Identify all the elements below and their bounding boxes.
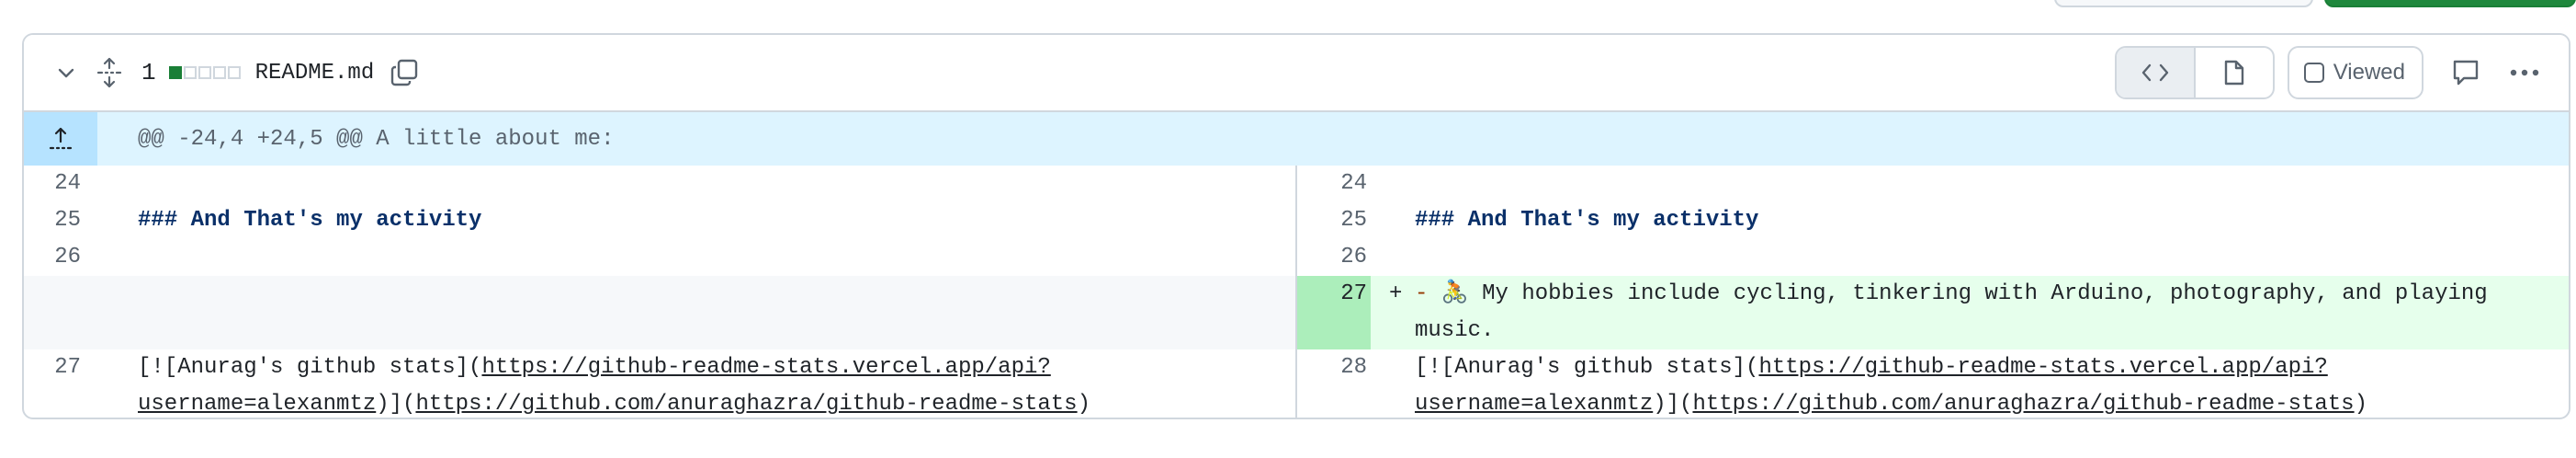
line-number[interactable]: 25 <box>24 202 97 239</box>
diffstat-blocks <box>168 66 241 79</box>
diff-row: 26 26 <box>24 239 2569 276</box>
comment-icon[interactable] <box>2447 54 2484 91</box>
line-number[interactable]: 25 <box>1297 202 1371 239</box>
code-text: )]( <box>376 392 416 417</box>
unfold-icon[interactable] <box>96 57 123 88</box>
line-number <box>24 276 97 349</box>
diff-file-card: 1 README.md Viewed @@ -24,4 +24,5 @@ A l… <box>22 33 2570 419</box>
viewed-label: Viewed <box>2333 60 2405 85</box>
repo-link[interactable]: https://github.com/anuraghazra/github-re… <box>1692 392 2354 417</box>
diff-right-cell: 24 <box>1295 166 2569 202</box>
top-action-button-secondary[interactable] <box>2054 0 2313 7</box>
diff-right-cell: 25 ### And That's my activity <box>1295 202 2569 239</box>
file-actions: Viewed <box>2114 46 2543 99</box>
code-icon[interactable] <box>2116 48 2196 97</box>
viewed-checkbox[interactable]: Viewed <box>2287 46 2423 99</box>
diff-right-cell: 26 <box>1295 239 2569 276</box>
diffstat-block-neutral <box>227 66 241 79</box>
file-icon[interactable] <box>2196 48 2273 97</box>
diff-left-cell: 26 <box>24 239 1295 276</box>
code-text: ) <box>2354 392 2367 417</box>
checkbox-box[interactable] <box>2303 63 2324 83</box>
code-line: ### And That's my activity <box>138 208 482 233</box>
line-number[interactable]: 27 <box>24 349 97 418</box>
diff-count: 1 <box>141 59 156 86</box>
stats-api-link-cont[interactable]: username=alexanmtz <box>1415 392 1653 417</box>
line-number[interactable]: 24 <box>1297 166 1371 202</box>
line-number[interactable]: 28 <box>1297 349 1371 418</box>
diff-left-cell: 24 <box>24 166 1295 202</box>
line-number[interactable]: 26 <box>24 239 97 276</box>
code-line: [![Anurag's github stats](https://github… <box>1371 349 2569 418</box>
stats-api-link[interactable]: https://github-readme-stats.vercel.app/a… <box>481 355 1050 380</box>
diff-row: 25 ### And That's my activity 25 ### And… <box>24 202 2569 239</box>
list-dash: - <box>1415 281 1429 306</box>
diffstat-block-neutral <box>212 66 226 79</box>
stats-api-link[interactable]: https://github-readme-stats.vercel.app/a… <box>1758 355 2327 380</box>
code-line: ### And That's my activity <box>1415 208 1759 233</box>
line-number[interactable]: 24 <box>24 166 97 202</box>
line-number[interactable]: 26 <box>1297 239 1371 276</box>
diff-row-added: 27 + - 🚴 My hobbies include cycling, tink… <box>24 276 2569 349</box>
diff-right-cell: 28 [![Anurag's github stats](https://git… <box>1295 349 2569 418</box>
diffstat-block-neutral <box>183 66 197 79</box>
top-action-button-primary[interactable] <box>2324 0 2576 7</box>
code-text: [![Anurag's github stats]( <box>138 355 482 380</box>
bicycle-emoji: 🚴 <box>1441 281 1469 306</box>
code-text: ) <box>1077 392 1090 417</box>
code-text: )]( <box>1653 392 1693 417</box>
stats-api-link-cont[interactable]: username=alexanmtz <box>138 392 376 417</box>
diff-row: 27 [![Anurag's github stats](https://git… <box>24 349 2569 418</box>
diff-row: 24 24 <box>24 166 2569 202</box>
diff-left-cell: 27 [![Anurag's github stats](https://git… <box>24 349 1295 418</box>
added-marker: + <box>1389 281 1403 306</box>
kebab-horizontal-icon[interactable] <box>2506 54 2543 91</box>
diffstat-block-added <box>168 66 182 79</box>
line-number[interactable]: 27 <box>1297 276 1371 349</box>
chevron-down-icon[interactable] <box>53 60 79 86</box>
added-text-wrap: music. <box>1415 318 1495 343</box>
split-diff-table: 24 24 25 ### And That's my activity 25 #… <box>24 166 2569 418</box>
hunk-header-text: @@ -24,4 +24,5 @@ A little about me: <box>138 126 615 152</box>
hunk-header-row: @@ -24,4 +24,5 @@ A little about me: <box>24 112 2569 166</box>
copy-icon[interactable] <box>389 57 420 88</box>
diff-left-cell-empty <box>24 276 1295 349</box>
code-text: [![Anurag's github stats]( <box>1415 355 1759 380</box>
diff-right-cell-added: 27 + - 🚴 My hobbies include cycling, tink… <box>1295 276 2569 349</box>
code-line: [![Anurag's github stats](https://github… <box>97 349 1295 418</box>
expand-up-icon[interactable] <box>24 112 97 166</box>
diffstat-block-neutral <box>198 66 211 79</box>
view-toggle-group <box>2114 46 2275 99</box>
added-text: My hobbies include cycling, tinkering wi… <box>1482 281 2488 306</box>
file-name-link[interactable]: README.md <box>255 61 375 86</box>
code-line-added: + - 🚴 My hobbies include cycling, tinkeri… <box>1371 276 2569 349</box>
repo-link[interactable]: https://github.com/anuraghazra/github-re… <box>415 392 1077 417</box>
file-header: 1 README.md Viewed <box>24 35 2569 112</box>
diff-left-cell: 25 ### And That's my activity <box>24 202 1295 239</box>
